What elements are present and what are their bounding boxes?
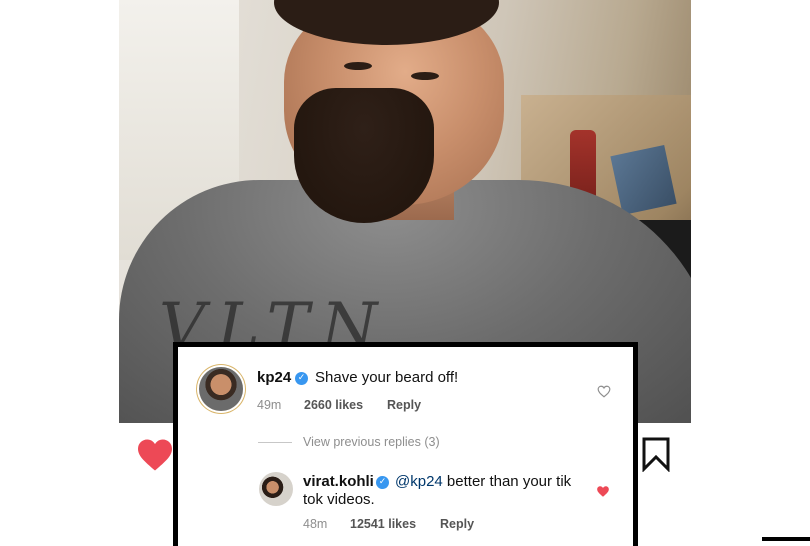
reply-text-line2: tok videos. (303, 491, 375, 508)
mention-link[interactable]: @kp24 (395, 473, 443, 490)
corner-frame-edge (762, 537, 810, 541)
photo-eye-left (344, 62, 372, 70)
comment-text: Shave your beard off! (315, 369, 459, 386)
heart-filled-icon[interactable] (136, 438, 174, 472)
view-previous-replies-link[interactable]: View previous replies (3) (303, 435, 440, 449)
replies-divider (258, 442, 292, 443)
photo-eye-right (411, 72, 439, 80)
verified-badge-icon: ✓ (295, 372, 308, 385)
comments-card: kp24 ✓ Shave your beard off! 49m 2660 li… (173, 342, 638, 546)
comment-username[interactable]: kp24 (257, 369, 291, 386)
comment-likes[interactable]: 2660 likes (304, 398, 363, 412)
bookmark-icon[interactable] (641, 436, 671, 472)
reply-text-line1: better than your tik (442, 473, 572, 490)
verified-badge-icon: ✓ (376, 476, 389, 489)
heart-filled-icon[interactable] (596, 485, 610, 498)
reply-text: @kp24 better than your tik (395, 473, 571, 491)
reply-username[interactable]: virat.kohli (303, 473, 374, 490)
avatar-virat-kohli[interactable] (259, 472, 293, 506)
reply-reply-button[interactable]: Reply (440, 517, 474, 531)
photo-beard (294, 88, 434, 223)
reply-time: 48m (303, 517, 328, 531)
comment-reply-button[interactable]: Reply (387, 398, 421, 412)
heart-outline-icon[interactable] (597, 385, 611, 398)
reply-likes[interactable]: 12541 likes (350, 517, 416, 531)
avatar-kp24[interactable] (199, 367, 243, 411)
comment-time: 49m (257, 398, 282, 412)
